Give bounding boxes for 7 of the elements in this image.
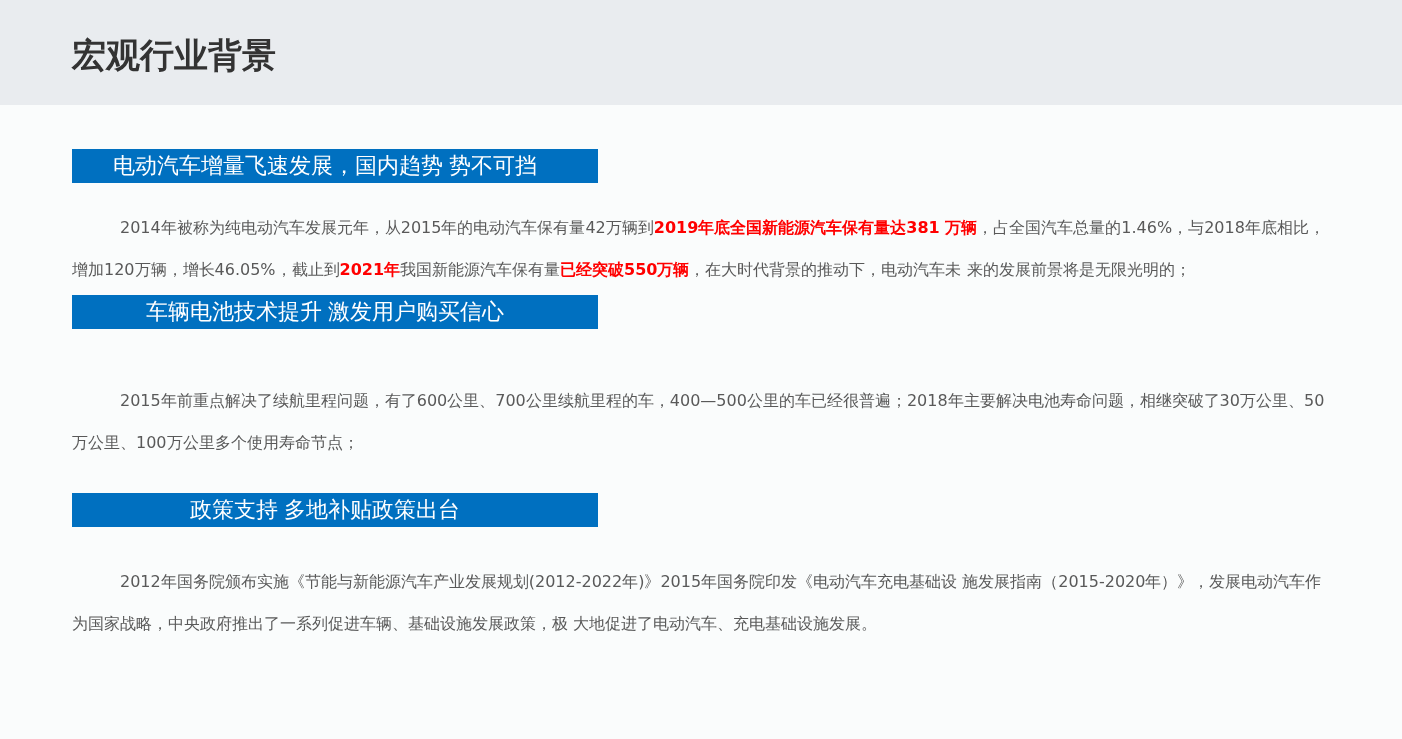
section-paragraph: 2012年国务院颁布实施《节能与新能源汽车产业发展规划(2012-2022年)》2015年国务院印发《电动汽车充电基础设 施发展指南（2015-2020年）》，发展电动汽车作为国家战略，中央政府推出了一系列促进车辆、基础设施发展政策，极 大地促进了电动汽车、充电基础设施发展。 [72,571,1323,635]
section-paragraph: 2014年被称为纯电动汽车发展元年，从2015年的电动汽车保有量42万辆到2019年底全国新能源汽车保有量达381 万辆，占全国汽车总量的1.46%，与2018年底相比，增加120万辆，增长46.05%，截止到2021年我国新能源汽车保有量已经突破550万辆，在大时代背景的推动下，电动汽车未 来的发展前景将是无限光明的； [72,217,1326,281]
page-title: 宏观行业背景 [72,34,276,77]
section-heading: 车辆电池技术提升 激发用户购买信心 [72,295,598,329]
section-heading: 政策支持 多地补贴政策出台 [72,493,598,527]
section-heading: 电动汽车增量飞速发展，国内趋势 势不可挡 [72,149,598,183]
section-paragraph: 2015年前重点解决了续航里程问题，有了600公里、700公里续航里程的车，400—500公里的车已经很普遍；2018年主要解决电池寿命问题，相继突破了30万公里、50万公里、100万公里多个使用寿命节点； [72,390,1326,454]
